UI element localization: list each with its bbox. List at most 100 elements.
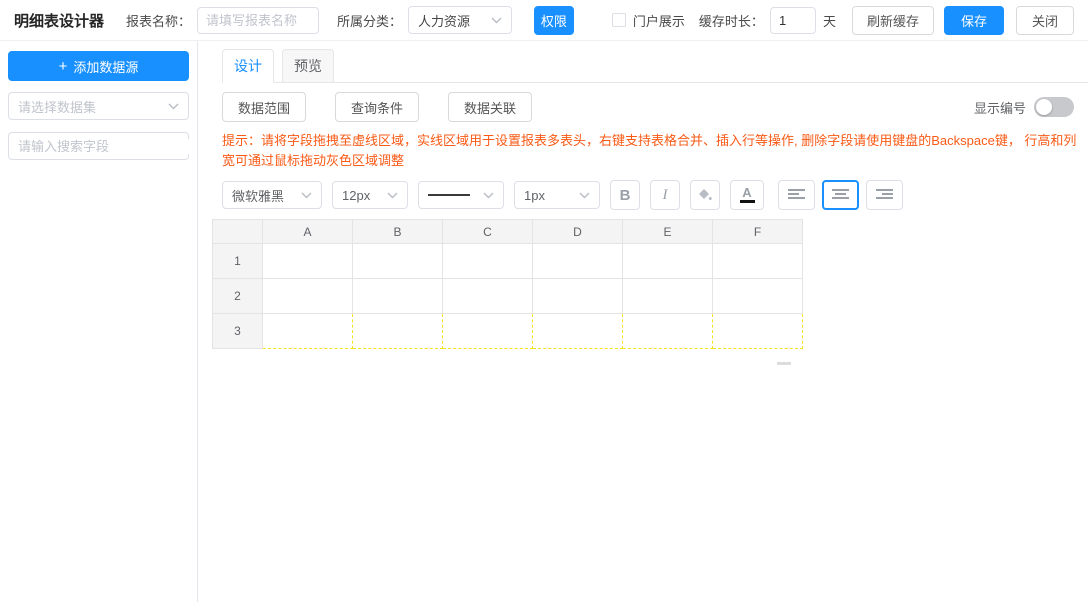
solid-line-icon — [428, 194, 470, 196]
add-datasource-label: 添加数据源 — [73, 57, 138, 76]
tab-bar: 设计 预览 — [222, 49, 1088, 83]
font-color-bar — [740, 200, 755, 203]
font-family-select[interactable]: 微软雅黑 — [222, 181, 322, 209]
top-header: 明细表设计器 报表名称： 所属分类： 人力资源 权限 门户展示 缓存时长： 天 … — [0, 0, 1088, 41]
chevron-down-icon — [483, 192, 494, 199]
font-size-select[interactable]: 12px — [332, 181, 408, 209]
query-condition-button[interactable]: 查询条件 — [335, 92, 419, 122]
save-button[interactable]: 保存 — [944, 6, 1004, 35]
grid-row-1: 1 — [213, 244, 803, 279]
refresh-cache-button[interactable]: 刷新缓存 — [852, 6, 934, 35]
align-center-icon — [831, 188, 850, 202]
cell-B1[interactable] — [353, 244, 443, 279]
spreadsheet-grid: ABCDEF 123 — [212, 219, 1074, 365]
cell-F3[interactable] — [713, 314, 803, 349]
data-range-button[interactable]: 数据范围 — [222, 92, 306, 122]
cell-B3[interactable] — [353, 314, 443, 349]
plus-icon: + — [59, 59, 68, 74]
close-button[interactable]: 关闭 — [1016, 6, 1074, 35]
cell-E1[interactable] — [623, 244, 713, 279]
tab-preview[interactable]: 预览 — [282, 49, 334, 83]
field-search-input[interactable] — [18, 139, 194, 154]
cell-A1[interactable] — [263, 244, 353, 279]
column-header-A[interactable]: A — [263, 220, 353, 244]
font-size-value: 12px — [342, 188, 370, 203]
fill-color-icon — [697, 188, 713, 202]
font-family-value: 微软雅黑 — [232, 186, 284, 205]
bold-button[interactable]: B — [610, 180, 640, 210]
cell-C1[interactable] — [443, 244, 533, 279]
cell-D3[interactable] — [533, 314, 623, 349]
cell-F1[interactable] — [713, 244, 803, 279]
cell-C3[interactable] — [443, 314, 533, 349]
actions-row: 数据范围 查询条件 数据关联 显示编号 — [222, 92, 1074, 122]
align-left-button[interactable] — [778, 180, 815, 210]
row-header-3[interactable]: 3 — [213, 314, 263, 349]
portal-display-label: 门户展示 — [633, 11, 685, 30]
toggle-knob — [1036, 99, 1052, 115]
fill-color-button[interactable] — [690, 180, 720, 210]
cache-unit-label: 天 — [823, 11, 836, 30]
main-panel: 设计 预览 数据范围 查询条件 数据关联 显示编号 提示：请将字段拖拽至虚线区域… — [199, 41, 1088, 602]
data-relation-button[interactable]: 数据关联 — [448, 92, 532, 122]
cell-D2[interactable] — [533, 279, 623, 314]
cell-D1[interactable] — [533, 244, 623, 279]
column-header-C[interactable]: C — [443, 220, 533, 244]
dataset-select[interactable]: 请选择数据集 — [8, 92, 189, 120]
field-search-box[interactable] — [8, 132, 189, 160]
italic-button[interactable]: I — [650, 180, 680, 210]
border-style-select[interactable] — [418, 181, 504, 209]
font-color-button[interactable]: A — [730, 180, 764, 210]
page-title: 明细表设计器 — [14, 10, 104, 31]
hint-text: 提示：请将字段拖拽至虚线区域，实线区域用于设置报表多表头，右键支持表格合并、插入… — [222, 131, 1080, 171]
chevron-down-icon — [491, 17, 502, 24]
category-value: 人力资源 — [418, 11, 470, 30]
column-header-D[interactable]: D — [533, 220, 623, 244]
tab-design[interactable]: 设计 — [222, 49, 274, 83]
show-number-toggle[interactable] — [1034, 97, 1074, 117]
add-datasource-button[interactable]: + 添加数据源 — [8, 51, 189, 81]
cell-A3[interactable] — [263, 314, 353, 349]
align-center-button[interactable] — [822, 180, 859, 210]
chevron-down-icon — [387, 192, 398, 199]
category-label: 所属分类： — [337, 11, 402, 30]
report-name-input[interactable] — [197, 7, 319, 34]
border-width-select[interactable]: 1px — [514, 181, 600, 209]
align-right-button[interactable] — [866, 180, 903, 210]
chevron-down-icon — [168, 103, 179, 110]
border-width-value: 1px — [524, 188, 545, 203]
cell-E3[interactable] — [623, 314, 713, 349]
column-header-E[interactable]: E — [623, 220, 713, 244]
category-select[interactable]: 人力资源 — [408, 6, 512, 34]
row-header-1[interactable]: 1 — [213, 244, 263, 279]
grid-header-row: ABCDEF — [213, 220, 803, 244]
align-right-icon — [875, 188, 894, 202]
show-number-label: 显示编号 — [974, 98, 1026, 117]
format-toolbar: 微软雅黑 12px 1px B I A — [222, 180, 1074, 210]
row-header-2[interactable]: 2 — [213, 279, 263, 314]
grid-row-2: 2 — [213, 279, 803, 314]
grid-corner-cell[interactable] — [213, 220, 263, 244]
dataset-placeholder: 请选择数据集 — [18, 97, 96, 116]
cell-A2[interactable] — [263, 279, 353, 314]
cell-C2[interactable] — [443, 279, 533, 314]
grid-body: 123 — [213, 244, 803, 349]
cell-B2[interactable] — [353, 279, 443, 314]
cache-duration-input[interactable] — [770, 7, 816, 34]
permission-button[interactable]: 权限 — [534, 6, 574, 35]
font-color-icon: A — [742, 187, 751, 198]
resize-handle[interactable] — [777, 362, 791, 365]
column-header-B[interactable]: B — [353, 220, 443, 244]
cell-E2[interactable] — [623, 279, 713, 314]
cell-F2[interactable] — [713, 279, 803, 314]
chevron-down-icon — [301, 192, 312, 199]
report-name-label: 报表名称： — [126, 11, 191, 30]
column-header-F[interactable]: F — [713, 220, 803, 244]
sidebar: + 添加数据源 请选择数据集 — [0, 41, 198, 602]
cache-duration-label: 缓存时长： — [699, 11, 764, 30]
portal-display-checkbox[interactable] — [612, 13, 626, 27]
chevron-down-icon — [579, 192, 590, 199]
alignment-group — [778, 180, 903, 210]
align-left-icon — [787, 188, 806, 202]
grid-row-3: 3 — [213, 314, 803, 349]
